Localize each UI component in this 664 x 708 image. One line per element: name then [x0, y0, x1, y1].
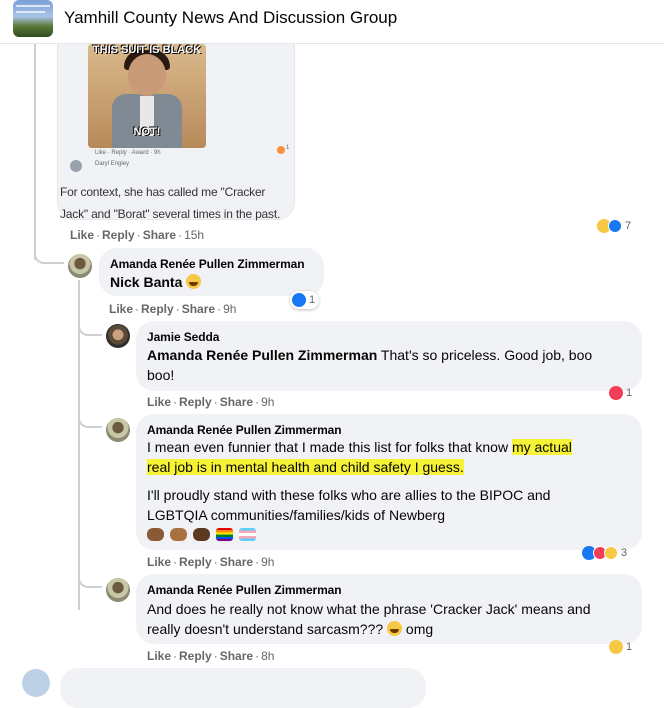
reply-link[interactable]: Reply	[179, 555, 212, 569]
reaction-count: 1	[286, 145, 290, 151]
comment-actions: Like · Reply · Share · 9h	[147, 555, 275, 569]
timestamp[interactable]: 8h	[261, 649, 274, 663]
meme-author: Daryl Engley	[95, 161, 130, 167]
borat-meme-image[interactable]: THIS SUIT IS BLACK NOT!	[88, 44, 206, 148]
share-link[interactable]: Share	[182, 302, 215, 316]
haha-reaction-icon	[277, 146, 285, 154]
comment-text: I'll proudly stand with these folks who …	[147, 487, 551, 523]
comment-bubble	[60, 668, 426, 708]
timestamp[interactable]: 9h	[223, 302, 236, 316]
reaction-summary[interactable]: 3	[580, 544, 631, 562]
reaction-summary[interactable]: 1	[290, 291, 320, 309]
reply-link[interactable]: Reply	[102, 228, 135, 242]
group-header: Yamhill County News And Discussion Group	[0, 0, 664, 44]
comment-actions: Like · Reply · Share · 9h	[147, 395, 275, 409]
haha-reaction-icon	[604, 546, 618, 560]
like-link[interactable]: Like	[147, 649, 171, 663]
mention-link[interactable]: Amanda Renée Pullen Zimmerman	[147, 347, 377, 363]
avatar	[70, 160, 82, 172]
laughing-emoji	[387, 621, 403, 636]
thread-line	[34, 44, 36, 260]
like-link[interactable]: Like	[70, 228, 94, 242]
thread-elbow	[34, 240, 64, 264]
avatar[interactable]	[22, 669, 50, 697]
comment-author[interactable]: Jamie Sedda	[147, 330, 219, 344]
comment-text: I mean even funnier that I made this lis…	[147, 439, 572, 475]
transgender-flag-emoji	[239, 528, 256, 541]
fist-emoji	[170, 528, 187, 541]
highlighted-text: my actual	[511, 439, 572, 455]
highlighted-text: real job is in mental health and child s…	[147, 459, 464, 475]
emoji-row	[147, 528, 256, 541]
comment-text: Amanda Renée Pullen Zimmerman That's so …	[147, 347, 593, 383]
meme-caption-bottom: NOT!	[133, 126, 161, 138]
reaction-count: 7	[625, 220, 632, 232]
share-link[interactable]: Share	[220, 555, 253, 569]
love-reaction-icon	[609, 386, 623, 400]
reaction-count: 3	[621, 547, 628, 559]
group-avatar[interactable]	[13, 0, 53, 37]
thread-elbow	[78, 410, 102, 428]
reaction-summary[interactable]: 7	[595, 217, 635, 235]
avatar[interactable]	[106, 418, 130, 442]
share-link[interactable]: Share	[220, 395, 253, 409]
reaction-count: 1	[309, 294, 316, 306]
group-title[interactable]: Yamhill County News And Discussion Group	[64, 8, 397, 28]
timestamp[interactable]: 9h	[261, 555, 274, 569]
reaction-summary[interactable]: 1	[607, 638, 636, 656]
comment-text: Nick Banta	[110, 272, 202, 292]
avatar[interactable]	[106, 578, 130, 602]
like-link[interactable]: Like	[109, 302, 133, 316]
comment-text: For context, she has called me "Cracker …	[60, 185, 281, 221]
meme-caption-top: THIS SUIT IS BLACK	[92, 44, 202, 56]
comment-author[interactable]: Amanda Renée Pullen Zimmerman	[110, 257, 305, 271]
like-reaction-icon	[292, 293, 306, 307]
like-reaction-icon	[608, 219, 622, 233]
reply-link[interactable]: Reply	[141, 302, 174, 316]
avatar[interactable]	[106, 324, 130, 348]
comment-actions: Like · Reply · Share · 15h	[70, 228, 205, 242]
thread-elbow	[78, 318, 102, 336]
thread-elbow	[78, 570, 102, 588]
laughing-emoji	[186, 274, 202, 289]
fist-emoji	[193, 528, 210, 541]
like-link[interactable]: Like	[147, 395, 171, 409]
reaction-summary[interactable]: 1	[607, 384, 636, 402]
comment-author[interactable]: Amanda Renée Pullen Zimmerman	[147, 583, 342, 597]
avatar[interactable]	[68, 254, 92, 278]
like-link[interactable]: Like	[147, 555, 171, 569]
reply-link[interactable]: Reply	[179, 395, 212, 409]
share-link[interactable]: Share	[143, 228, 176, 242]
comment-actions: Like · Reply · Share · 9h	[109, 302, 237, 316]
comment-actions: Like · Reply · Share · 8h	[147, 649, 275, 663]
timestamp[interactable]: 9h	[261, 395, 274, 409]
reaction-count: 1	[626, 641, 633, 653]
fist-emoji	[147, 528, 164, 541]
comment-author[interactable]: Amanda Renée Pullen Zimmerman	[147, 423, 342, 437]
comment-text: And does he really not know what the phr…	[147, 601, 591, 637]
timestamp[interactable]: 15h	[184, 228, 204, 242]
share-link[interactable]: Share	[220, 649, 253, 663]
meme-meta: Like · Reply · Award · 9h	[95, 150, 161, 156]
reply-link[interactable]: Reply	[179, 649, 212, 663]
rainbow-flag-emoji	[216, 528, 233, 541]
reaction-count: 1	[626, 387, 633, 399]
mention-link[interactable]: Nick Banta	[110, 274, 182, 290]
haha-reaction-icon	[609, 640, 623, 654]
